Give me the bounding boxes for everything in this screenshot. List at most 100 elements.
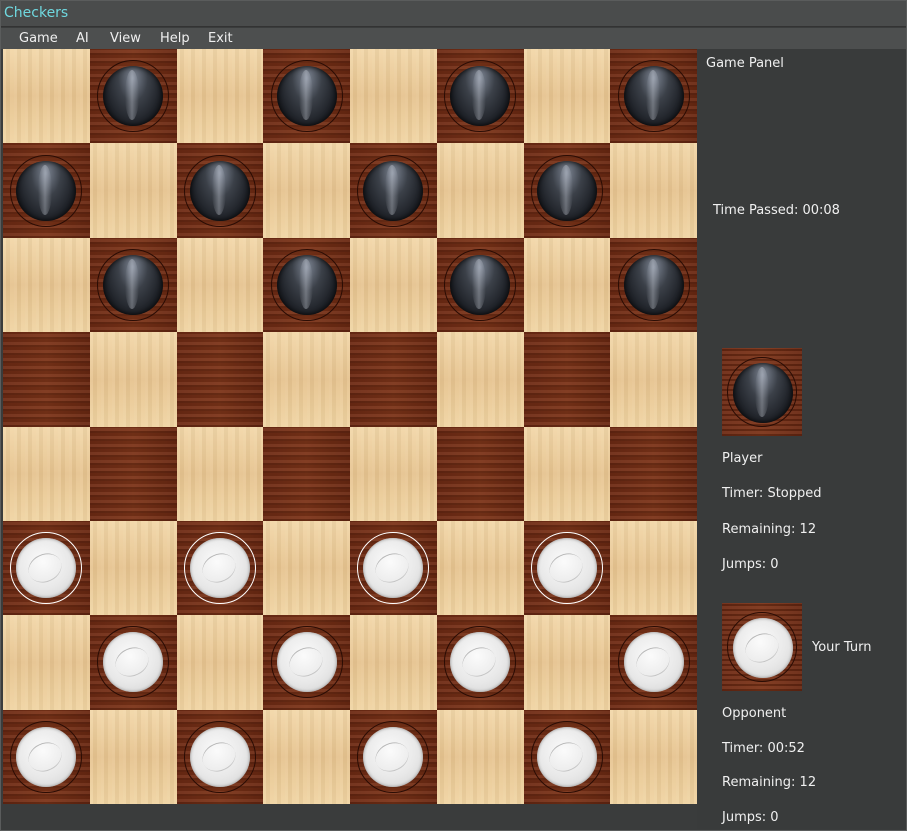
player-timer: Timer: Stopped [722, 486, 822, 501]
board-square-r0-c1[interactable] [89, 49, 177, 144]
board-square-r2-c7[interactable] [610, 237, 697, 333]
board-square-r6-c1[interactable] [89, 615, 177, 710]
board-square-r3-c0[interactable] [3, 332, 90, 427]
player-jumps: Jumps: 0 [722, 557, 779, 572]
menu-exit[interactable]: Exit [208, 31, 233, 46]
board-square-r3-c7[interactable] [610, 332, 697, 427]
board-square-r3-c1[interactable] [89, 332, 177, 427]
board-square-r6-c0[interactable] [3, 615, 90, 710]
menu-help[interactable]: Help [160, 31, 190, 46]
board-square-r5-c4[interactable] [350, 520, 437, 616]
board-square-r6-c7[interactable] [610, 615, 697, 710]
board-square-r5-c3[interactable] [263, 520, 350, 616]
board-square-r7-c4[interactable] [350, 709, 437, 804]
menu-game[interactable]: Game [19, 31, 58, 46]
board-square-r1-c2[interactable] [176, 143, 264, 238]
board-square-r5-c7[interactable] [610, 520, 697, 616]
board-square-r4-c6[interactable] [523, 426, 611, 521]
board-square-r7-c5[interactable] [436, 709, 524, 804]
black-piece[interactable] [444, 60, 517, 133]
board-square-r5-c6[interactable] [523, 520, 611, 616]
board-square-r1-c4[interactable] [350, 143, 437, 238]
board-square-r4-c5[interactable] [436, 426, 524, 521]
black-piece[interactable] [530, 154, 603, 227]
board-square-r1-c3[interactable] [263, 143, 350, 238]
opponent-remaining: Remaining: 12 [722, 775, 817, 790]
black-piece[interactable] [97, 248, 170, 321]
menu-view[interactable]: View [110, 31, 141, 46]
black-piece[interactable] [183, 154, 256, 227]
board-square-r7-c0[interactable] [3, 709, 90, 804]
white-piece[interactable] [357, 532, 430, 605]
white-piece[interactable] [357, 720, 430, 793]
black-piece[interactable] [617, 60, 690, 133]
board-square-r2-c5[interactable] [436, 237, 524, 333]
board-square-r1-c7[interactable] [610, 143, 697, 238]
black-piece[interactable] [270, 248, 343, 321]
board-square-r4-c0[interactable] [3, 426, 90, 521]
board-square-r4-c2[interactable] [176, 426, 264, 521]
board-square-r2-c4[interactable] [350, 237, 437, 333]
board-square-r5-c5[interactable] [436, 520, 524, 616]
board-square-r4-c4[interactable] [350, 426, 437, 521]
black-piece[interactable] [270, 60, 343, 133]
opponent-label: Opponent [722, 706, 787, 721]
board-square-r2-c6[interactable] [523, 237, 611, 333]
white-piece[interactable] [10, 532, 83, 605]
board-square-r0-c4[interactable] [350, 49, 437, 144]
board-square-r3-c2[interactable] [176, 332, 264, 427]
panel-heading: Game Panel [706, 56, 784, 71]
board-square-r3-c4[interactable] [350, 332, 437, 427]
board-square-r4-c1[interactable] [89, 426, 177, 521]
board-square-r1-c1[interactable] [89, 143, 177, 238]
black-piece[interactable] [10, 154, 83, 227]
window-title: Checkers [4, 5, 69, 21]
board-square-r5-c2[interactable] [176, 520, 264, 616]
white-piece[interactable] [183, 720, 256, 793]
board-square-r5-c1[interactable] [89, 520, 177, 616]
board-square-r0-c7[interactable] [610, 49, 697, 144]
white-piece[interactable] [530, 720, 603, 793]
board-square-r7-c7[interactable] [610, 709, 697, 804]
board-square-r0-c2[interactable] [176, 49, 264, 144]
board-square-r1-c0[interactable] [3, 143, 90, 238]
board-square-r2-c3[interactable] [263, 237, 350, 333]
board-square-r1-c6[interactable] [523, 143, 611, 238]
title-bar[interactable]: Checkers [1, 1, 906, 27]
white-piece[interactable] [444, 626, 517, 699]
board-square-r6-c5[interactable] [436, 615, 524, 710]
board-square-r3-c6[interactable] [523, 332, 611, 427]
board-square-r6-c3[interactable] [263, 615, 350, 710]
board-square-r3-c3[interactable] [263, 332, 350, 427]
board-square-r0-c6[interactable] [523, 49, 611, 144]
board-square-r1-c5[interactable] [436, 143, 524, 238]
board-square-r0-c0[interactable] [3, 49, 90, 144]
black-piece[interactable] [617, 248, 690, 321]
white-piece[interactable] [270, 626, 343, 699]
black-piece[interactable] [444, 248, 517, 321]
black-piece[interactable] [357, 154, 430, 227]
board-square-r7-c1[interactable] [89, 709, 177, 804]
board-square-r3-c5[interactable] [436, 332, 524, 427]
white-piece[interactable] [183, 532, 256, 605]
board-square-r2-c0[interactable] [3, 237, 90, 333]
white-piece[interactable] [617, 626, 690, 699]
board-square-r4-c3[interactable] [263, 426, 350, 521]
board-square-r2-c2[interactable] [176, 237, 264, 333]
board-square-r7-c2[interactable] [176, 709, 264, 804]
board-square-r2-c1[interactable] [89, 237, 177, 333]
board-square-r7-c3[interactable] [263, 709, 350, 804]
white-piece[interactable] [97, 626, 170, 699]
board-square-r0-c3[interactable] [263, 49, 350, 144]
black-piece[interactable] [97, 60, 170, 133]
board-square-r6-c6[interactable] [523, 615, 611, 710]
board-square-r7-c6[interactable] [523, 709, 611, 804]
menu-ai[interactable]: AI [76, 31, 89, 46]
board-square-r4-c7[interactable] [610, 426, 697, 521]
board-square-r6-c2[interactable] [176, 615, 264, 710]
board-square-r6-c4[interactable] [350, 615, 437, 710]
white-piece[interactable] [10, 720, 83, 793]
white-piece[interactable] [530, 532, 603, 605]
board-square-r0-c5[interactable] [436, 49, 524, 144]
board-square-r5-c0[interactable] [3, 520, 90, 616]
